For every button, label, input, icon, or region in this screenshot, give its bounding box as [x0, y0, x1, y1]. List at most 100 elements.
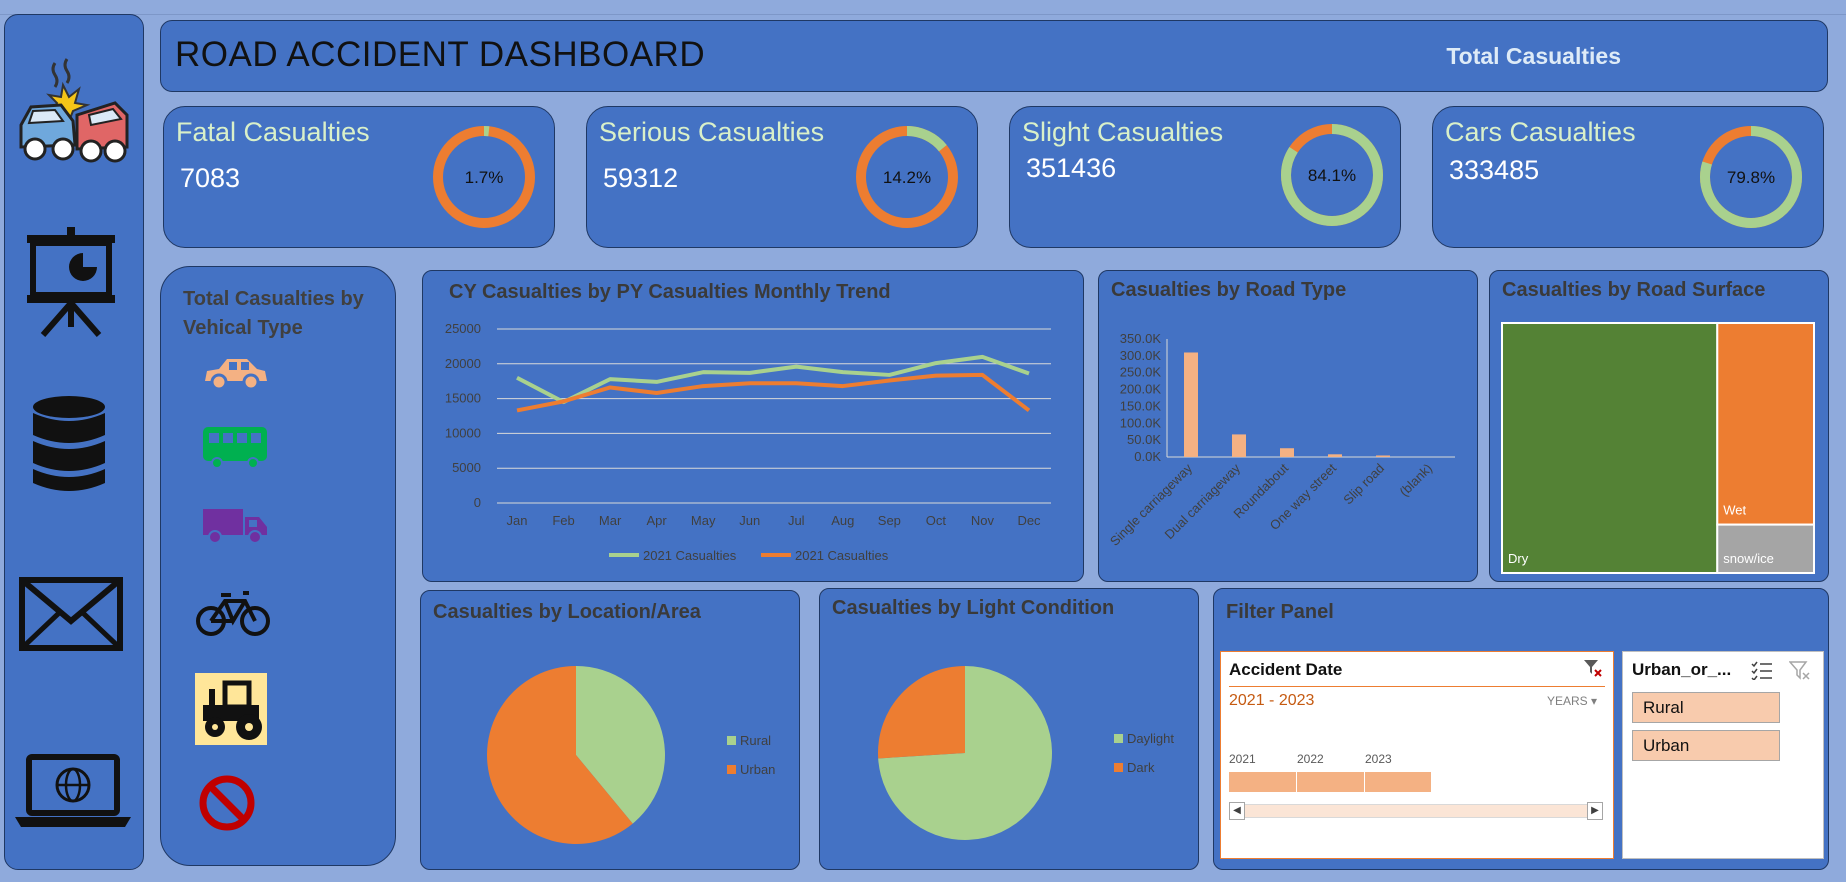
- scroll-right-button[interactable]: ▶: [1587, 802, 1603, 820]
- donut-percent-label: 1.7%: [465, 168, 504, 187]
- bar: [1328, 454, 1342, 457]
- legend-swatch: [1114, 763, 1123, 772]
- urban-rural-slicer[interactable]: Urban_or_... Rural Urban: [1622, 651, 1824, 859]
- year-label: 2021: [1229, 752, 1256, 766]
- multi-select-icon[interactable]: [1751, 660, 1773, 685]
- legend-label: Rural: [740, 733, 771, 748]
- treemap-chart: Dry Wet snow/ice: [1501, 322, 1815, 574]
- year-label: 2023: [1365, 752, 1392, 766]
- bar: [1376, 455, 1390, 457]
- tractor-icon[interactable]: [195, 673, 267, 750]
- date-range-label: 2021 - 2023: [1229, 692, 1315, 709]
- slicer-item-urban[interactable]: Urban: [1632, 730, 1780, 761]
- filter-panel: Filter Panel Accident Date 2021 - 2023 Y…: [1213, 588, 1829, 870]
- y-tick-label: 15000: [445, 391, 481, 406]
- presentation-icon[interactable]: [23, 227, 119, 342]
- scroll-left-button[interactable]: ◀: [1229, 802, 1245, 820]
- slicer-divider: [1229, 686, 1605, 687]
- x-tick-label: Sep: [878, 513, 901, 528]
- dashboard-title: ROAD ACCIDENT DASHBOARD: [175, 35, 706, 74]
- y-tick-label: 0: [474, 495, 481, 510]
- x-tick-label: Single carriageway: [1107, 460, 1196, 549]
- kpi-donut: 1.7%: [433, 126, 535, 228]
- line-chart: 0 5000 10000 15000 20000 25000 Jan Feb Mar Apr May…: [445, 321, 1051, 563]
- mail-icon[interactable]: [19, 577, 123, 656]
- laptop-globe-icon[interactable]: [13, 753, 133, 834]
- legend-swatch: [1114, 734, 1123, 743]
- legend-label: Dark: [1127, 760, 1155, 775]
- y-tick-label: 20000: [445, 356, 481, 371]
- timeline-level-label: YEARS: [1546, 694, 1588, 708]
- dashboard-header: ROAD ACCIDENT DASHBOARD Total Casualties: [160, 20, 1828, 92]
- monthly-trend-panel: CY Casualties by PY Casualties Monthly T…: [422, 270, 1084, 582]
- bar: [1232, 434, 1246, 457]
- y-tick-label: 0.0K: [1134, 449, 1161, 464]
- x-tick-label: Slip road: [1340, 461, 1387, 508]
- x-tick-label: Nov: [971, 513, 995, 528]
- kpi-donut: 14.2%: [856, 126, 958, 228]
- y-tick-label: 5000: [452, 460, 481, 475]
- kpi-title: Cars Casualties: [1445, 117, 1636, 147]
- kpi-donut: 79.8%: [1700, 126, 1802, 228]
- kpi-card-slight: Slight Casualties 351436 84.1%: [1009, 106, 1401, 248]
- donut-percent-label: 79.8%: [1727, 168, 1775, 187]
- slicer-item-rural[interactable]: Rural: [1632, 692, 1780, 723]
- slicer-title: Urban_or_...: [1632, 660, 1732, 679]
- timeline-segment[interactable]: [1229, 772, 1297, 792]
- treemap-label: Wet: [1723, 503, 1746, 518]
- y-tick-label: 350.0K: [1120, 331, 1162, 346]
- pie-chart: Rural Urban: [487, 666, 775, 844]
- x-tick-label: Jul: [788, 513, 805, 528]
- bus-icon[interactable]: [201, 425, 269, 474]
- car-icon[interactable]: [201, 355, 269, 396]
- kpi-value: 7083: [180, 163, 241, 193]
- kpi-value: 59312: [603, 163, 679, 193]
- legend-label: Daylight: [1127, 731, 1174, 746]
- truck-icon[interactable]: [201, 505, 269, 550]
- y-tick-label: 200.0K: [1120, 382, 1162, 397]
- legend-label: 2021 Casualties: [643, 548, 737, 563]
- slicer-title: Accident Date: [1229, 660, 1343, 679]
- no-entry-icon[interactable]: [197, 773, 257, 838]
- x-tick-label: Dec: [1017, 513, 1041, 528]
- pie-chart: Daylight Dark: [878, 666, 1174, 840]
- location-area-panel: Casualties by Location/Area Rural Urban: [420, 590, 800, 870]
- legend-label: 2021 Casualties: [795, 548, 889, 563]
- clear-filter-icon[interactable]: [1788, 660, 1811, 685]
- legend-label: Urban: [740, 762, 775, 777]
- total-casualties-label: Total Casualties: [1446, 43, 1621, 69]
- y-tick-label: 100.0K: [1120, 415, 1162, 430]
- vehicle-panel-title: Total Casualties by Vehical Type: [183, 288, 364, 339]
- y-tick-label: 250.0K: [1120, 365, 1162, 380]
- y-tick-label: 25000: [445, 321, 481, 336]
- road-type-panel: Casualties by Road Type 0.0K 50.0K 100.0K 1…: [1098, 270, 1478, 582]
- accident-date-slicer[interactable]: Accident Date 2021 - 2023 YEARS ▾ 2021 2…: [1220, 651, 1614, 859]
- x-tick-label: May: [691, 513, 716, 528]
- timeline-level-dropdown[interactable]: YEARS ▾: [1547, 694, 1597, 708]
- x-tick-label: Mar: [599, 513, 622, 528]
- x-tick-label: Feb: [552, 513, 574, 528]
- bar: [1184, 352, 1198, 457]
- bicycle-icon[interactable]: [195, 589, 271, 642]
- y-tick-label: 50.0K: [1127, 432, 1161, 447]
- x-tick-label: Apr: [647, 513, 668, 528]
- bar-chart: 0.0K 50.0K 100.0K 150.0K200.0K 250.0K 300.0K 3…: [1107, 331, 1455, 549]
- treemap-tile: [1501, 322, 1719, 574]
- sheet-grid-strip: [0, 0, 1846, 15]
- timeline-scrollbar[interactable]: [1229, 804, 1603, 818]
- x-tick-label: Jun: [739, 513, 760, 528]
- car-crash-icon[interactable]: [15, 55, 131, 172]
- kpi-card-serious: Serious Casualties 59312 14.2%: [586, 106, 978, 248]
- kpi-donut: 84.1%: [1281, 124, 1383, 226]
- y-tick-label: 150.0K: [1120, 398, 1162, 413]
- clear-filter-icon[interactable]: [1583, 658, 1603, 683]
- series-line: [516, 372, 1031, 413]
- vehicle-type-panel: Total Casualties by Vehical Type: [160, 266, 396, 866]
- kpi-value: 333485: [1449, 155, 1540, 185]
- donut-percent-label: 14.2%: [883, 168, 931, 187]
- kpi-card-fatal: Fatal Casualties 7083 1.7%: [163, 106, 555, 248]
- pie-slice: [878, 666, 965, 759]
- sidebar: [4, 14, 144, 870]
- database-icon[interactable]: [31, 395, 107, 500]
- timeline-segment[interactable]: [1297, 772, 1365, 792]
